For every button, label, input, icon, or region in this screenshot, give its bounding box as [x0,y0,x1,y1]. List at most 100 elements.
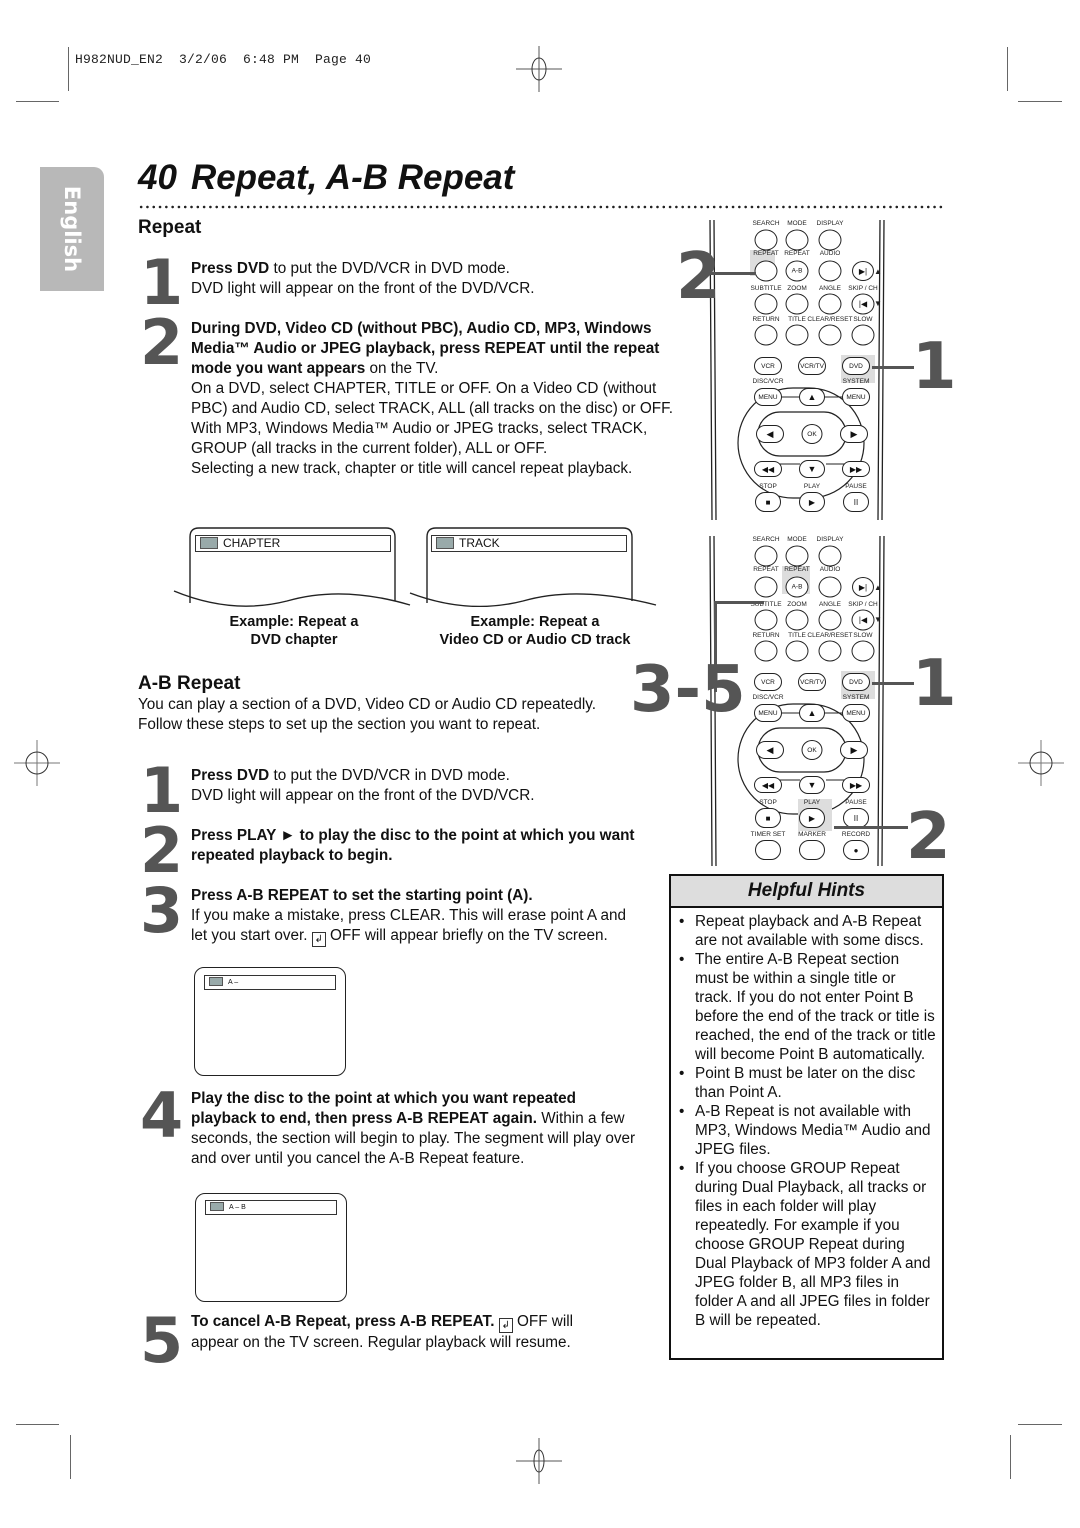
fast-forward-button[interactable]: ▶▶ [842,777,870,793]
remote-button-ab-repeat[interactable]: A-B [785,576,809,598]
remote-button-skipch[interactable]: |◀ [851,609,875,631]
step-text: appear on the TV screen. Regular playbac… [191,1334,571,1351]
ab-step-1-text: Press DVD to put the DVD/VCR in DVD mode… [191,766,661,806]
disc-menu-button[interactable]: MENU [754,704,782,722]
step-para3: With MP3, Windows Media™ Audio or JPEG t… [191,420,648,457]
button-label: REPEAT [753,250,779,257]
remote-button-vcr[interactable]: VCR [754,357,782,375]
button-label: RETURN [752,632,780,639]
remote-button-vcrtv[interactable]: VCR/TV [798,357,826,375]
button-label: SLOW [853,316,873,323]
ab-step-5-text: To cancel A-B Repeat, press A-B REPEAT. … [191,1312,641,1353]
button-label: STOP [759,483,777,490]
remote-button-zoom[interactable] [785,609,809,631]
remote-button-repeat[interactable] [754,260,778,282]
remote-button-zoom[interactable] [785,293,809,315]
remote-button-display[interactable] [818,229,842,251]
left-arrow-button[interactable]: ◀ [756,425,784,443]
helpful-hints-title: Helpful Hints [671,876,942,908]
remote-button-dvd[interactable]: DVD [842,673,870,691]
language-label: English [60,185,84,273]
registration-mark-right [1018,740,1064,786]
up-arrow-button[interactable]: ▲ [799,704,825,722]
rewind-button[interactable]: ◀◀ [754,777,782,793]
button-label: DISPLAY [816,536,844,543]
button-label: SYSTEM [842,378,870,385]
repeat-icon [436,536,454,549]
remote-button-subtitle[interactable] [754,609,778,631]
remote-button-subtitle[interactable] [754,293,778,315]
step-text: on the TV. [365,360,439,377]
remote-button-timerset[interactable] [755,840,781,860]
ab-repeat-heading: A-B Repeat [138,673,241,694]
osd-bar-ab: A – B [205,1200,337,1215]
remote-button-repeat[interactable] [754,576,778,598]
step-bold: Press PLAY ► to play the disc to the poi… [191,827,635,864]
remote-button-title[interactable] [785,324,809,346]
step-bold: Press A-B REPEAT to set the starting poi… [191,887,533,904]
print-slug: H982NUD_EN2 3/2/06 6:48 PM Page 40 [75,52,372,67]
left-arrow-button[interactable]: ◀ [756,741,784,759]
up-arrow-button[interactable]: ▲ [799,388,825,406]
remote-button-mode[interactable] [785,229,809,251]
remote-button-ab-repeat[interactable]: A-B [785,260,809,282]
step-para4: Selecting a new track, chapter or title … [191,460,633,477]
button-label: SEARCH [752,220,780,227]
remote-button-record[interactable]: ● [843,840,869,860]
step-line2: DVD light will appear on the front of th… [191,787,535,804]
remote-button-mode[interactable] [785,545,809,567]
remote-button-marker[interactable] [799,840,825,860]
remote-button-angle[interactable] [818,293,842,315]
button-label: PLAY [803,799,821,806]
remote-button-title[interactable] [785,640,809,662]
remote-button-angle[interactable] [818,609,842,631]
remote-button-stop[interactable]: ■ [755,492,781,512]
hints-list: Repeat playback and A-B Repeat are not a… [671,912,942,1330]
remote-button-clearreset[interactable] [818,640,842,662]
system-menu-button[interactable]: MENU [842,388,870,406]
remote-button-slow[interactable] [851,640,875,662]
remote-button-vcrtv[interactable]: VCR/TV [798,673,826,691]
remote-button-search[interactable] [754,229,778,251]
remote-button-play[interactable]: ▶ [799,808,825,828]
remote-button-vcr[interactable]: VCR [754,673,782,691]
system-menu-button[interactable]: MENU [842,704,870,722]
button-label: SUBTITLE [750,285,782,292]
remote-button-dvd[interactable]: DVD [842,357,870,375]
remote-button-search[interactable] [754,545,778,567]
remote-button-return[interactable] [754,324,778,346]
repeat-icon [200,536,218,549]
remote-button-pause[interactable]: II [843,492,869,512]
remote-button-display[interactable] [818,545,842,567]
remote-button-stop[interactable]: ■ [755,808,781,828]
remote-button-clearreset[interactable] [818,324,842,346]
button-label: CLEAR/RESET [807,632,853,639]
remote-button-pause[interactable]: II [843,808,869,828]
fast-forward-button[interactable]: ▶▶ [842,461,870,477]
remote-button-skipch[interactable]: |◀ [851,293,875,315]
rewind-button[interactable]: ◀◀ [754,461,782,477]
ab-step-4-text: Play the disc to the point at which you … [191,1089,636,1169]
skip-next-button[interactable]: ▶| [852,577,874,597]
remote-button-audio[interactable] [818,576,842,598]
remote-button-audio[interactable] [818,260,842,282]
button-label: TIMER SET [750,831,786,838]
remote-button-return[interactable] [754,640,778,662]
right-arrow-button[interactable]: ▶ [840,425,868,443]
crop-mark [1018,101,1062,102]
down-arrow-button[interactable]: ▼ [799,776,825,794]
ok-button[interactable]: OK [801,740,823,760]
ok-button[interactable]: OK [801,424,823,444]
button-label: TITLE [788,316,806,323]
disc-menu-button[interactable]: MENU [754,388,782,406]
repeat-step-2-number: 2 [140,306,184,379]
callout-line [714,601,764,604]
ab-step-4-number: 4 [140,1079,184,1152]
remote-button-play[interactable]: ▶ [799,492,825,512]
down-arrow-button[interactable]: ▼ [799,460,825,478]
remote-button-slow[interactable] [851,324,875,346]
skip-next-button[interactable]: ▶| [852,261,874,281]
right-arrow-button[interactable]: ▶ [840,741,868,759]
button-label: DISC/VCR [752,694,784,701]
hint-item: The entire A-B Repeat section must be wi… [679,950,936,1064]
